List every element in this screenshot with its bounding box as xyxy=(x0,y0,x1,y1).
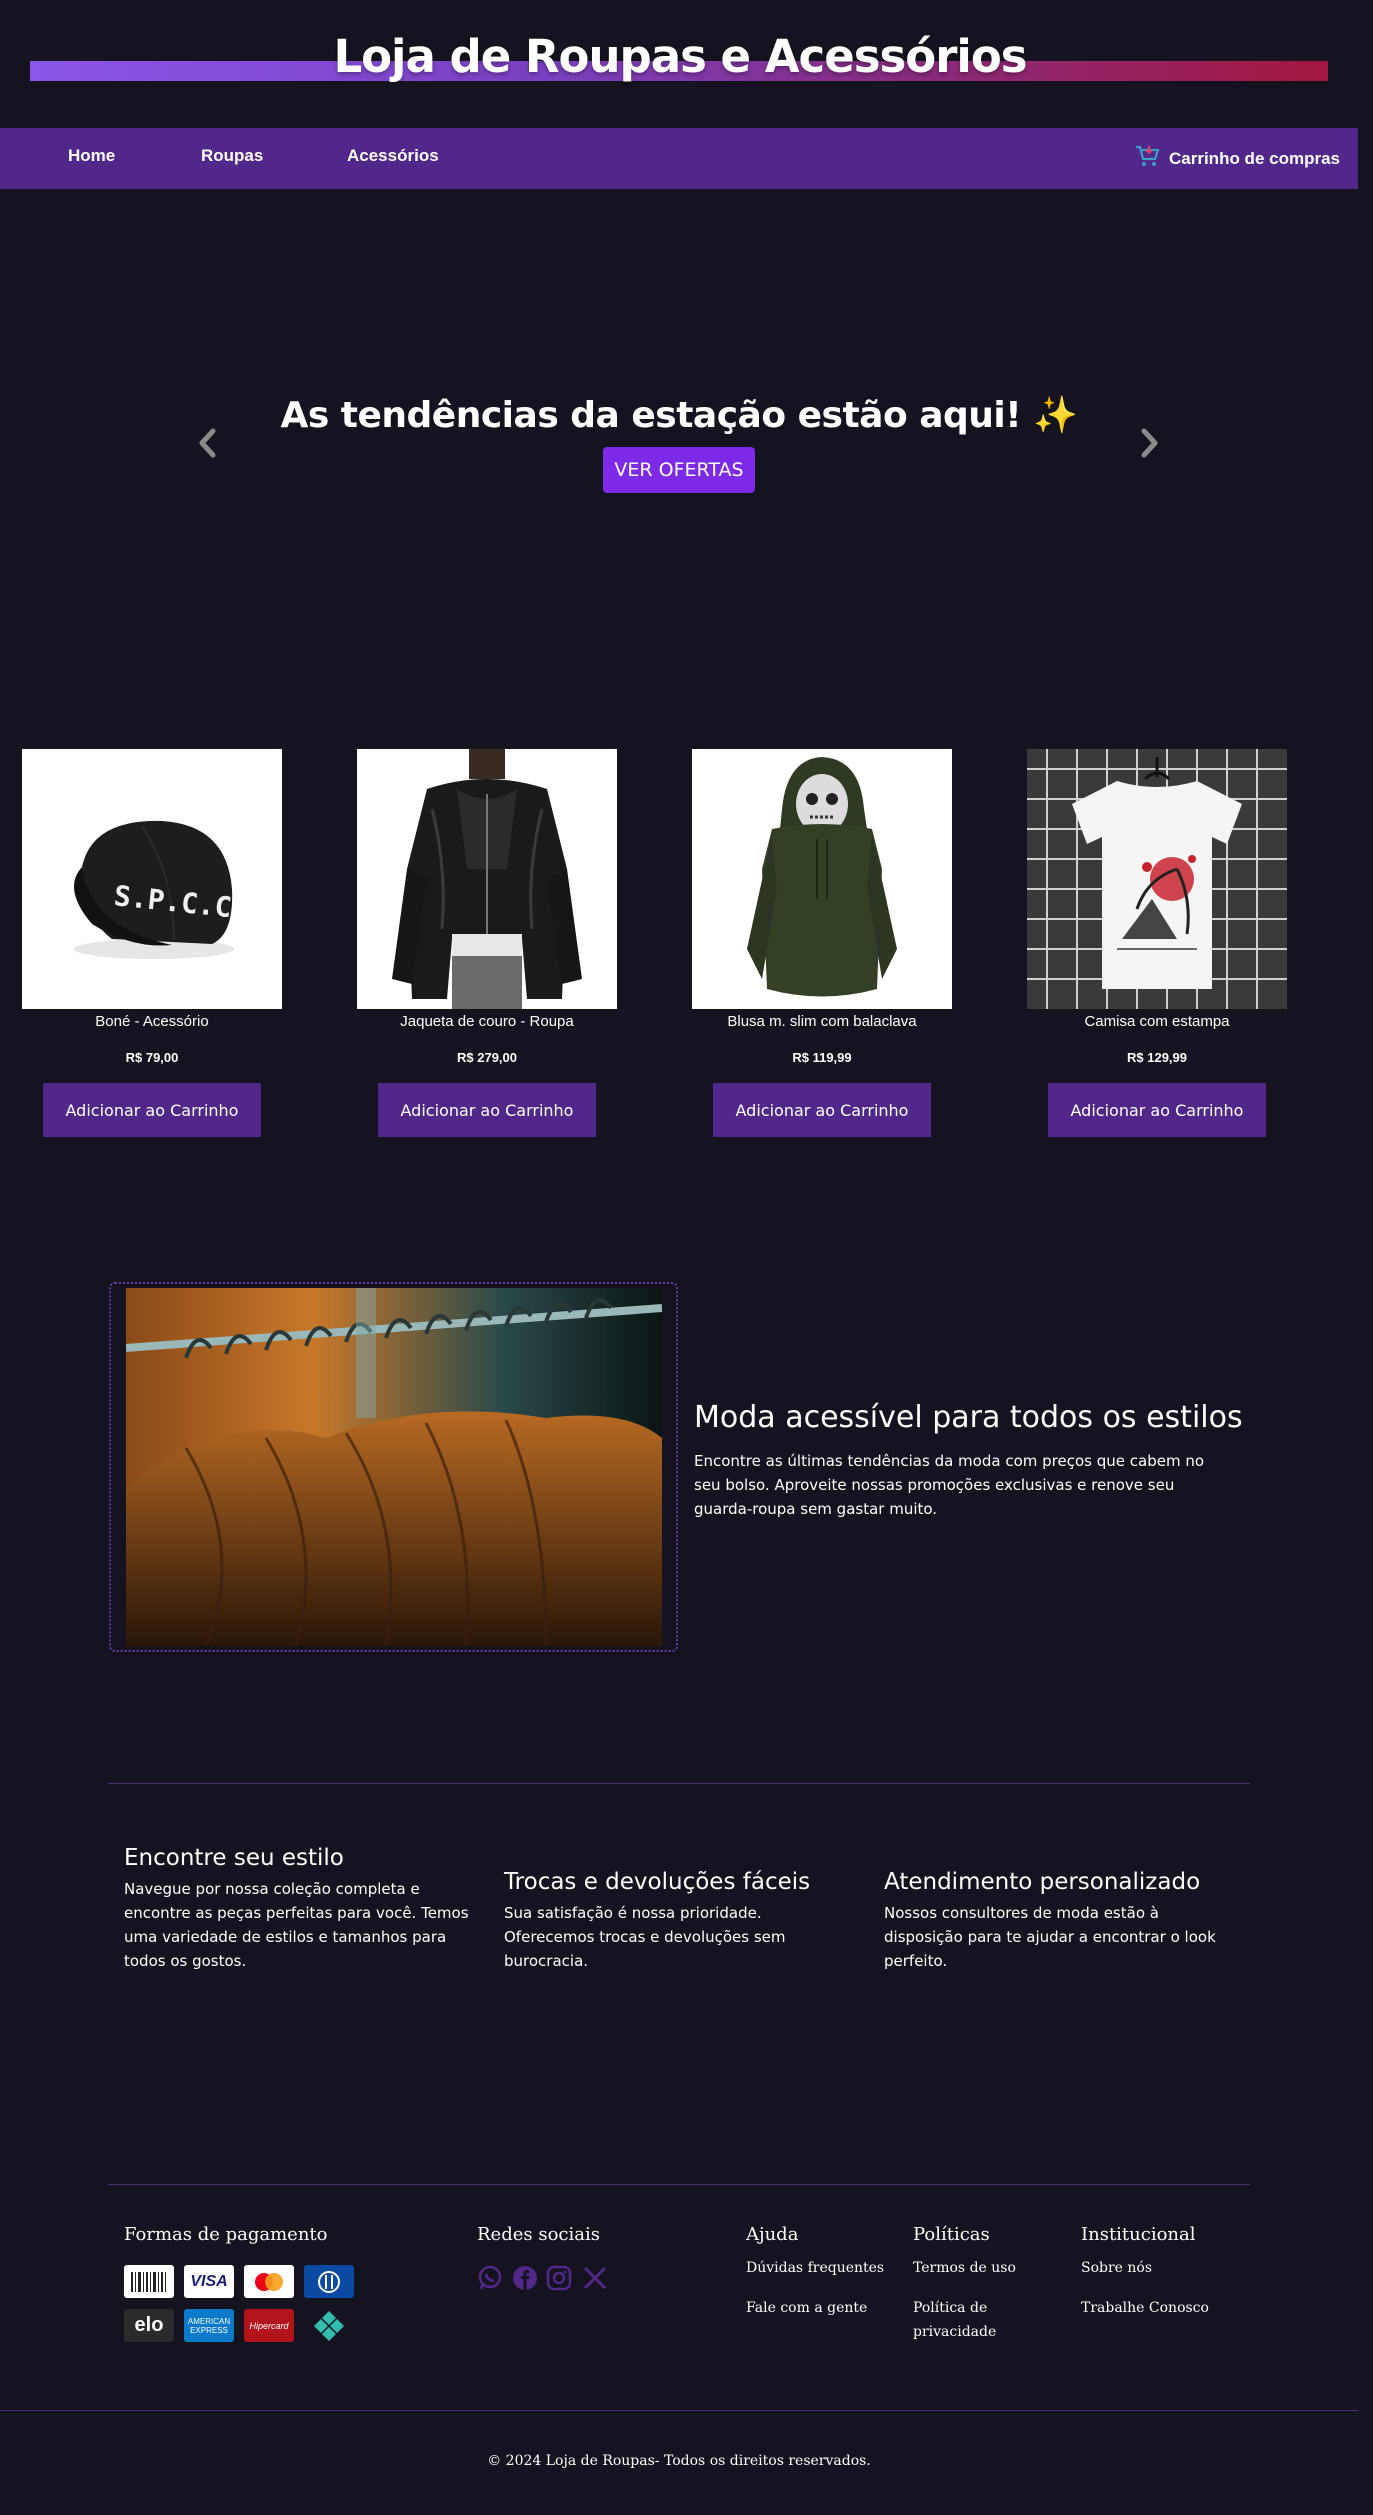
feature-title: Moda acessível para todos os estilos xyxy=(694,1400,1243,1435)
product-name: Blusa m. slim com balaclava xyxy=(727,1013,917,1030)
product-price: R$ 119,99 xyxy=(792,1050,852,1065)
site-title: Loja de Roupas e Acessórios xyxy=(333,30,1027,83)
product-card: Jaqueta de couro - Roupa R$ 279,00 Adici… xyxy=(357,749,617,1137)
pix-icon xyxy=(304,2309,354,2342)
info-text: Nossos consultores de moda estão à dispo… xyxy=(884,1904,1216,1970)
faq-link[interactable]: Dúvidas frequentes xyxy=(746,2256,884,2280)
policies-title: Políticas xyxy=(913,2224,990,2245)
whatsapp-icon[interactable] xyxy=(477,2265,503,2291)
info-title: Encontre seu estilo xyxy=(124,1845,344,1871)
elo-icon: elo xyxy=(124,2309,174,2342)
hero-carousel: As tendências da estação estão aqui! ✨ V… xyxy=(0,189,1373,749)
add-to-cart-button[interactable]: Adicionar ao Carrinho xyxy=(378,1083,596,1137)
nav-home[interactable]: Home xyxy=(68,146,115,166)
visa-icon: VISA xyxy=(184,2265,234,2298)
product-image-cap[interactable]: S.P.C.C xyxy=(22,749,282,1009)
add-to-cart-button[interactable]: Adicionar ao Carrinho xyxy=(1048,1083,1266,1137)
terms-link[interactable]: Termos de uso xyxy=(913,2256,1016,2280)
product-card: Camisa com estampa R$ 129,99 Adicionar a… xyxy=(1027,749,1287,1137)
info-column: Atendimento personalizado Nossos consult… xyxy=(884,1869,1234,1973)
privacy-link[interactable]: Política de privacidade xyxy=(913,2296,1013,2344)
x-icon[interactable] xyxy=(582,2265,608,2291)
careers-link[interactable]: Trabalhe Conosco xyxy=(1081,2296,1209,2320)
product-image-tshirt[interactable] xyxy=(1027,749,1287,1009)
contact-link[interactable]: Fale com a gente xyxy=(746,2296,867,2320)
help-title: Ajuda xyxy=(746,2224,799,2245)
chevron-right-icon[interactable] xyxy=(1135,423,1165,463)
product-price: R$ 129,99 xyxy=(1127,1050,1187,1065)
boleto-icon xyxy=(124,2265,174,2298)
feature-text: Encontre as últimas tendências da moda c… xyxy=(694,1452,1205,1518)
ver-ofertas-button[interactable]: VER OFERTAS xyxy=(603,447,755,493)
product-name: Camisa com estampa xyxy=(1084,1013,1230,1030)
product-card: S.P.C.C Boné - Acessório R$ 79,00 Adicio… xyxy=(22,749,282,1137)
product-card: Blusa m. slim com balaclava R$ 119,99 Ad… xyxy=(692,749,952,1137)
product-price: R$ 279,00 xyxy=(457,1050,517,1065)
info-column: Trocas e devoluções fáceis Sua satisfaçã… xyxy=(504,1869,854,1973)
footer-divider xyxy=(108,2184,1250,2185)
product-name: Boné - Acessório xyxy=(95,1013,209,1030)
amex-icon: AMERICAN EXPRESS xyxy=(184,2309,234,2342)
nav-roupas[interactable]: Roupas xyxy=(201,146,263,166)
payments-title: Formas de pagamento xyxy=(124,2224,328,2245)
info-text: Sua satisfação é nossa prioridade. Ofere… xyxy=(504,1904,786,1970)
feature-image-hangers xyxy=(126,1288,662,1646)
instagram-icon[interactable] xyxy=(546,2265,572,2291)
product-price: R$ 79,00 xyxy=(125,1050,179,1065)
section-divider xyxy=(108,1783,1250,1784)
bottom-divider xyxy=(0,2410,1358,2411)
cart-icon xyxy=(1135,144,1161,173)
copyright: © 2024 Loja de Roupas- Todos os direitos… xyxy=(487,2453,871,2469)
product-image-jacket[interactable] xyxy=(357,749,617,1009)
info-column: Encontre seu estilo Navegue por nossa co… xyxy=(124,1845,474,1973)
product-image-hoodie[interactable] xyxy=(692,749,952,1009)
cart-label: Carrinho de compras xyxy=(1169,148,1340,168)
about-link[interactable]: Sobre nós xyxy=(1081,2256,1152,2280)
info-title: Trocas e devoluções fáceis xyxy=(504,1869,811,1895)
info-title: Atendimento personalizado xyxy=(884,1869,1201,1895)
add-to-cart-button[interactable]: Adicionar ao Carrinho xyxy=(43,1083,261,1137)
add-to-cart-button[interactable]: Adicionar ao Carrinho xyxy=(713,1083,931,1137)
cart-link[interactable]: Carrinho de compras xyxy=(1135,144,1340,173)
institutional-title: Institucional xyxy=(1081,2224,1196,2245)
nav-acessorios[interactable]: Acessórios xyxy=(347,146,439,166)
hipercard-icon: Hipercard xyxy=(244,2309,294,2342)
product-name: Jaqueta de couro - Roupa xyxy=(400,1013,574,1030)
facebook-icon[interactable] xyxy=(512,2265,538,2291)
social-title: Redes sociais xyxy=(477,2224,600,2245)
mastercard-icon xyxy=(244,2265,294,2298)
diners-icon xyxy=(304,2265,354,2298)
info-text: Navegue por nossa coleção completa e enc… xyxy=(124,1880,469,1970)
main-nav: Home Roupas Acessórios Carrinho de compr… xyxy=(0,128,1358,189)
site-header: Loja de Roupas e Acessórios xyxy=(0,0,1373,128)
